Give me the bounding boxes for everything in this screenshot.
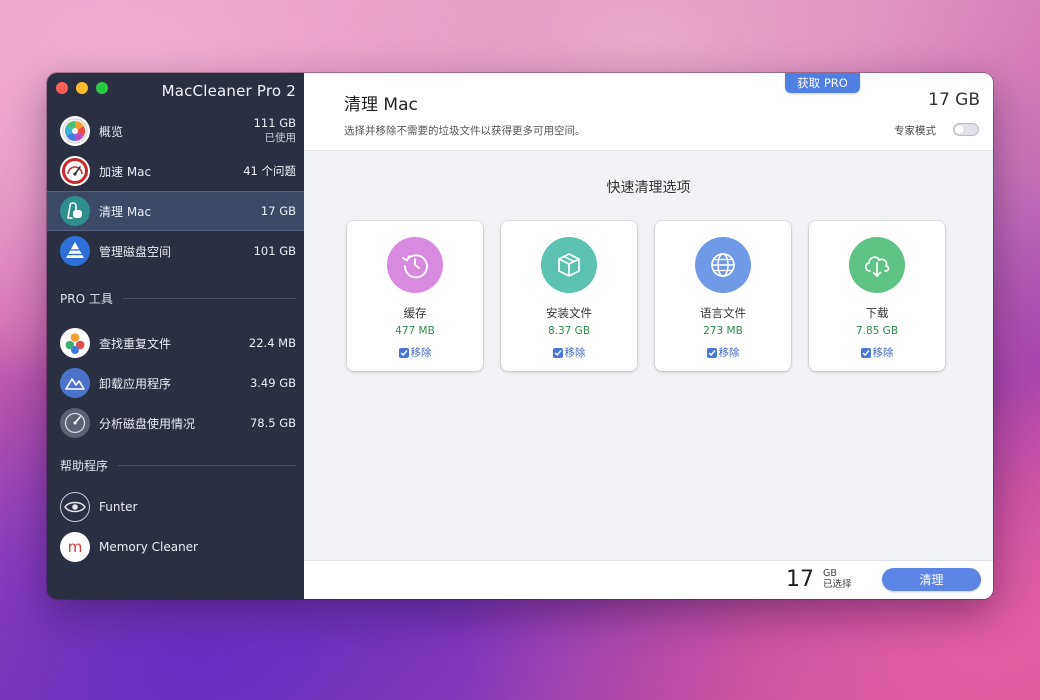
app-window: MacCleaner Pro 2 概览 111 GB 已使用 加速 Mac 41… bbox=[47, 73, 993, 599]
expert-mode-toggle[interactable] bbox=[953, 123, 979, 136]
main-panel: 清理 Mac 选择并移除不需要的垃圾文件以获得更多可用空间。 17 GB 获取 … bbox=[304, 73, 993, 599]
divider bbox=[118, 465, 296, 466]
unit-label: GB bbox=[823, 568, 837, 579]
card-name: 安装文件 bbox=[546, 306, 592, 320]
quick-clean-cards: 缓存 477 MB 移除 安装文件 8.37 GB 移除 语言文件 273 MB… bbox=[347, 221, 945, 371]
card-language-files[interactable]: 语言文件 273 MB 移除 bbox=[655, 221, 791, 371]
duplicates-icon bbox=[60, 328, 90, 358]
eye-icon bbox=[60, 492, 90, 522]
app-title: MacCleaner Pro 2 bbox=[161, 82, 296, 100]
page-subtitle: 选择并移除不需要的垃圾文件以获得更多可用空间。 bbox=[344, 125, 586, 137]
helpers-section-header: 帮助程序 bbox=[60, 457, 296, 474]
overview-icon bbox=[60, 116, 90, 146]
remove-label: 移除 bbox=[410, 347, 432, 359]
sidebar-item-clean-mac[interactable]: 清理 Mac 17 GB bbox=[47, 191, 304, 231]
quick-clean-title: 快速清理选项 bbox=[606, 180, 691, 196]
clean-button[interactable]: 清理 bbox=[882, 568, 981, 591]
remove-label: 移除 bbox=[718, 347, 740, 359]
remove-checkbox[interactable]: 移除 bbox=[347, 345, 483, 360]
checkbox-checked-icon bbox=[398, 347, 409, 358]
sidebar-item-label: 查找重复文件 bbox=[99, 336, 172, 351]
sidebar-item-find-duplicates[interactable]: 查找重复文件 22.4 MB bbox=[47, 323, 304, 363]
page-title: 清理 Mac bbox=[344, 95, 418, 115]
window-controls bbox=[56, 82, 108, 94]
selected-label: 已选择 bbox=[823, 579, 852, 590]
remove-checkbox[interactable]: 移除 bbox=[809, 345, 945, 360]
card-name: 语言文件 bbox=[700, 306, 746, 320]
checkbox-checked-icon bbox=[860, 347, 871, 358]
card-name: 下载 bbox=[865, 306, 889, 320]
used-label: 已使用 bbox=[264, 132, 297, 144]
card-downloads[interactable]: 下载 7.85 GB 移除 bbox=[809, 221, 945, 371]
zoom-window-button[interactable] bbox=[96, 82, 108, 94]
sidebar-item-label: 概览 bbox=[99, 124, 124, 139]
vacuum-icon bbox=[60, 196, 90, 226]
sidebar-item-funter[interactable]: Funter bbox=[47, 487, 304, 527]
remove-label: 移除 bbox=[872, 347, 894, 359]
selected-size-unit: GB 已选择 bbox=[823, 568, 852, 590]
sidebar-item-analyze-disk[interactable]: 分析磁盘使用情况 78.5 GB bbox=[47, 403, 304, 443]
card-cache[interactable]: 缓存 477 MB 移除 bbox=[347, 221, 483, 371]
memory-cleaner-icon: m bbox=[60, 532, 90, 562]
header: 清理 Mac 选择并移除不需要的垃圾文件以获得更多可用空间。 17 GB 获取 … bbox=[304, 73, 993, 151]
sidebar-item-label: 管理磁盘空间 bbox=[99, 244, 172, 259]
total-size: 17 GB bbox=[928, 90, 980, 110]
card-size: 477 MB bbox=[395, 325, 435, 337]
sidebar-item-label: 加速 Mac bbox=[99, 164, 152, 179]
package-icon bbox=[541, 237, 597, 293]
sidebar-item-speed-up[interactable]: 加速 Mac 41 个问题 bbox=[47, 151, 304, 191]
remove-label: 移除 bbox=[564, 347, 586, 359]
selected-size-value: 17 bbox=[786, 567, 814, 592]
disk-gauge-icon bbox=[60, 408, 90, 438]
sidebar: MacCleaner Pro 2 概览 111 GB 已使用 加速 Mac 41… bbox=[47, 73, 304, 599]
card-size: 8.37 GB bbox=[547, 325, 591, 337]
sidebar-item-label: 清理 Mac bbox=[99, 204, 152, 219]
svg-text:m: m bbox=[68, 538, 83, 556]
sidebar-item-overview[interactable]: 概览 111 GB 已使用 bbox=[47, 111, 304, 151]
sidebar-item-manage-disk[interactable]: 管理磁盘空间 101 GB bbox=[47, 231, 304, 271]
sidebar-item-value: 41 个问题 bbox=[243, 163, 296, 178]
sidebar-item-value: 17 GB bbox=[260, 203, 296, 218]
remove-checkbox[interactable]: 移除 bbox=[655, 345, 791, 360]
sidebar-item-label: Funter bbox=[99, 500, 138, 514]
expert-mode-label: 专家模式 bbox=[894, 125, 936, 137]
divider bbox=[122, 298, 296, 299]
get-pro-button[interactable]: 获取 PRO bbox=[785, 73, 860, 93]
close-window-button[interactable] bbox=[56, 82, 68, 94]
footer: 17 GB 已选择 清理 bbox=[304, 560, 993, 599]
checkbox-checked-icon bbox=[552, 347, 563, 358]
sidebar-item-label: 卸载应用程序 bbox=[99, 376, 172, 391]
sidebar-item-memory-cleaner[interactable]: m Memory Cleaner bbox=[47, 527, 304, 567]
toggle-knob bbox=[955, 125, 964, 134]
clock-icon bbox=[387, 237, 443, 293]
checkbox-checked-icon bbox=[706, 347, 717, 358]
sidebar-item-value: 22.4 MB bbox=[248, 335, 296, 350]
sidebar-item-label: 分析磁盘使用情况 bbox=[99, 416, 196, 431]
pyramid-icon bbox=[60, 236, 90, 266]
used-size: 111 GB bbox=[253, 116, 296, 130]
globe-icon bbox=[695, 237, 751, 293]
sidebar-item-label: Memory Cleaner bbox=[99, 540, 198, 554]
sidebar-item-value: 111 GB 已使用 bbox=[254, 116, 296, 146]
card-installation-files[interactable]: 安装文件 8.37 GB 移除 bbox=[501, 221, 637, 371]
card-size: 273 MB bbox=[703, 325, 743, 337]
section-title: 帮助程序 bbox=[60, 459, 109, 473]
card-size: 7.85 GB bbox=[855, 325, 899, 337]
pro-tools-section-header: PRO 工具 bbox=[60, 290, 296, 307]
sidebar-item-value: 3.49 GB bbox=[249, 375, 296, 390]
sidebar-item-uninstall-apps[interactable]: 卸载应用程序 3.49 GB bbox=[47, 363, 304, 403]
cloud-download-icon bbox=[849, 237, 905, 293]
sidebar-item-value: 78.5 GB bbox=[249, 415, 296, 430]
speedometer-icon bbox=[60, 156, 90, 186]
sidebar-item-value: 101 GB bbox=[253, 243, 296, 258]
section-title: PRO 工具 bbox=[60, 292, 113, 306]
remove-checkbox[interactable]: 移除 bbox=[501, 345, 637, 360]
card-name: 缓存 bbox=[403, 306, 427, 320]
minimize-window-button[interactable] bbox=[76, 82, 88, 94]
uninstall-icon bbox=[60, 368, 90, 398]
